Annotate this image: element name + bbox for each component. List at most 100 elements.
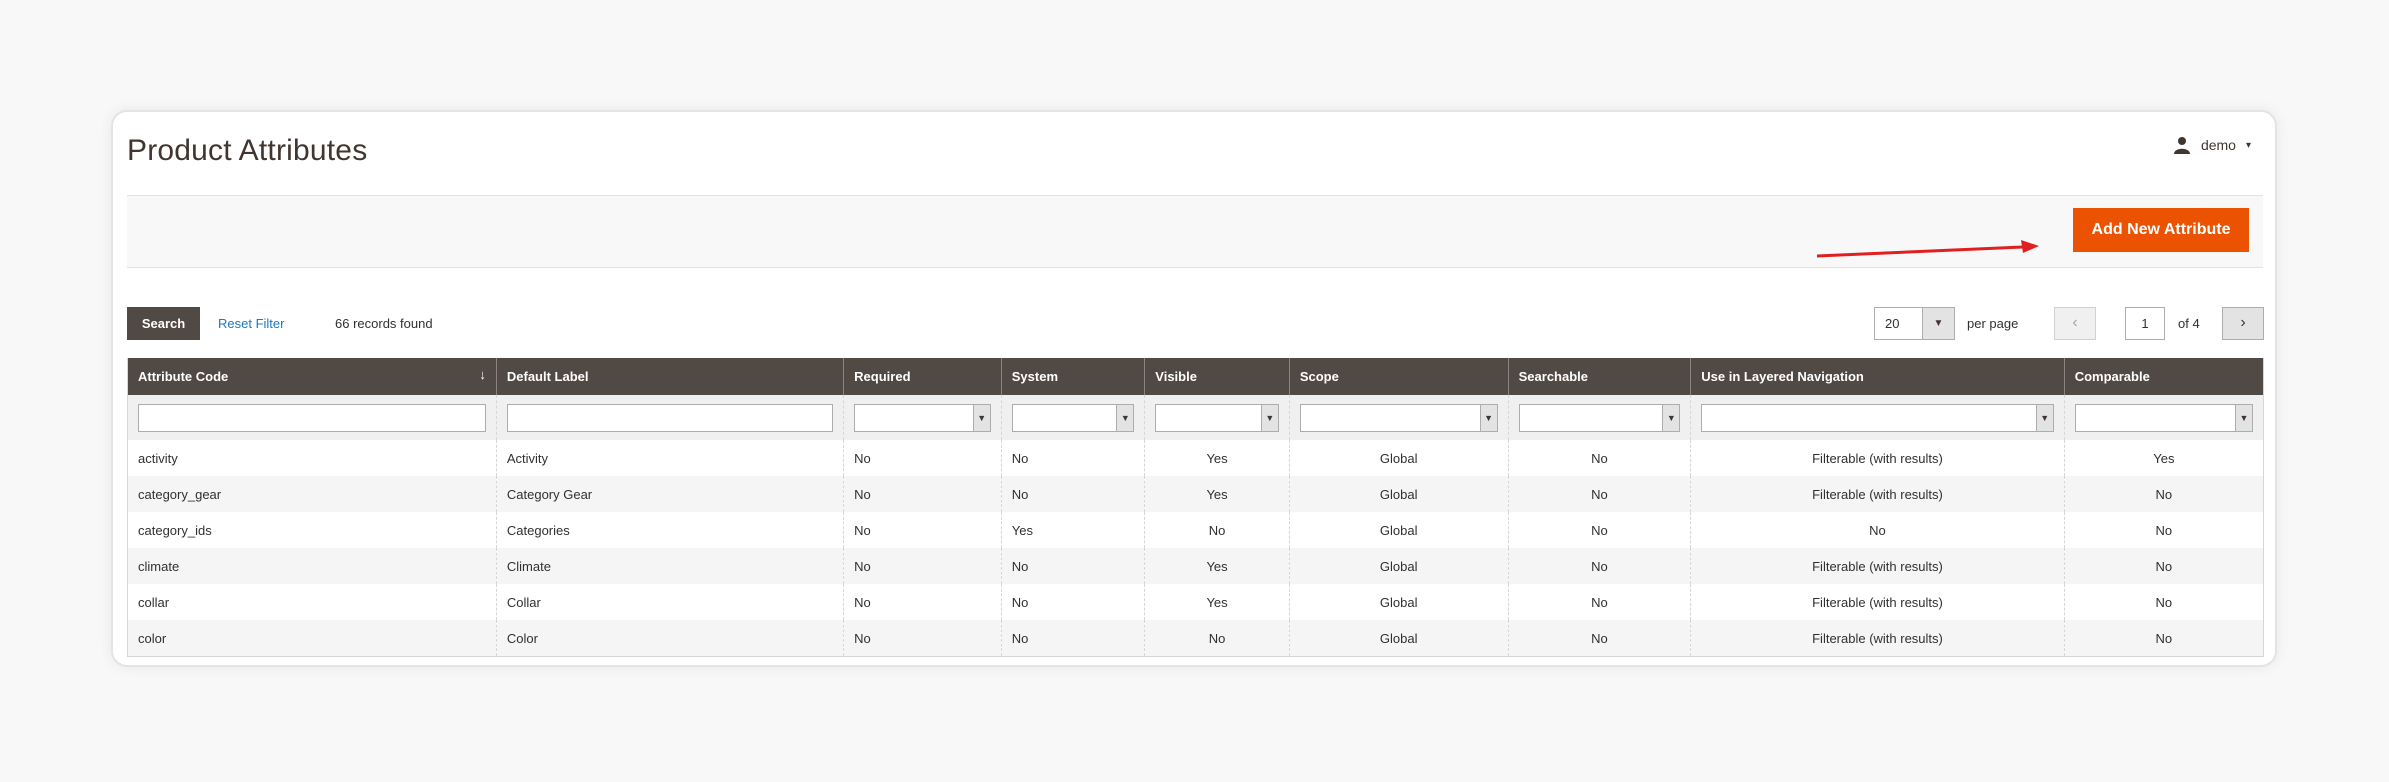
add-new-attribute-button[interactable]: Add New Attribute — [2073, 208, 2249, 252]
table-row[interactable]: color Color No No No Global No Filterable (with… — [128, 620, 2263, 656]
page-title: Product Attributes — [127, 134, 368, 167]
cell-system: No — [1000, 620, 1145, 656]
cell-attribute-code: collar — [128, 584, 497, 620]
chevron-down-icon: ▼ — [1260, 404, 1278, 431]
chevron-down-icon: ▼ — [972, 404, 990, 431]
cell-searchable: No — [1507, 440, 1691, 476]
scope-filter-select[interactable]: ▼ — [1299, 403, 1498, 432]
cell-comparable: No — [2063, 548, 2263, 584]
user-menu[interactable]: demo ▾ — [2173, 136, 2251, 154]
next-page-button[interactable]: › — [2222, 307, 2264, 340]
records-count: 66 records found — [335, 316, 433, 331]
column-header-visible[interactable]: Visible — [1144, 358, 1290, 395]
cell-searchable: No — [1507, 512, 1691, 548]
column-header-scope[interactable]: Scope — [1288, 358, 1509, 395]
total-pages-label: of 4 — [2178, 316, 2200, 331]
cell-visible: No — [1144, 620, 1290, 656]
cell-default-label: Categories — [495, 512, 844, 548]
cell-scope: Global — [1288, 476, 1509, 512]
search-button[interactable]: Search — [127, 307, 200, 340]
layered-navigation-filter-select[interactable]: ▼ — [1701, 403, 2054, 432]
cell-default-label: Category Gear — [495, 476, 844, 512]
table-row[interactable]: category_gear Category Gear No No Yes Global N… — [128, 476, 2263, 512]
cell-attribute-code: category_ids — [128, 512, 497, 548]
cell-searchable: No — [1507, 476, 1691, 512]
cell-default-label: Activity — [495, 440, 844, 476]
cell-comparable: No — [2063, 476, 2263, 512]
per-page-value: 20 — [1885, 316, 1900, 331]
cell-attribute-code: color — [128, 620, 497, 656]
cell-comparable: No — [2063, 512, 2263, 548]
cell-searchable: No — [1507, 620, 1691, 656]
column-header-searchable[interactable]: Searchable — [1507, 358, 1691, 395]
chevron-down-icon: ▼ — [2035, 404, 2053, 431]
sort-down-icon: ↓ — [479, 367, 486, 382]
chevron-down-icon: ▼ — [1662, 404, 1680, 431]
cell-system: No — [1000, 584, 1145, 620]
comparable-filter-select[interactable]: ▼ — [2074, 403, 2253, 432]
cell-system: No — [1000, 548, 1145, 584]
searchable-filter-select[interactable]: ▼ — [1518, 403, 1681, 432]
chevron-down-icon: ▼ — [1922, 308, 1954, 339]
column-header-comparable[interactable]: Comparable — [2063, 358, 2263, 395]
main-panel: Product Attributes demo ▾ Add New Attrib… — [111, 110, 2277, 667]
cell-comparable: No — [2063, 584, 2263, 620]
cell-required: No — [843, 476, 1002, 512]
system-filter-select[interactable]: ▼ — [1011, 403, 1135, 432]
default-label-filter-input[interactable] — [506, 403, 834, 432]
column-header-system[interactable]: System — [1000, 358, 1145, 395]
attribute-code-filter-input[interactable] — [138, 403, 486, 432]
cell-layered-navigation: Filterable (with results) — [1690, 476, 2065, 512]
cell-default-label: Climate — [495, 548, 844, 584]
table-row[interactable]: climate Climate No No Yes Global No Filterable … — [128, 548, 2263, 584]
grid-toolbar: Search Reset Filter 66 records found 20 … — [127, 307, 2264, 341]
reset-filter-link[interactable]: Reset Filter — [218, 316, 284, 331]
column-header-required[interactable]: Required — [843, 358, 1002, 395]
cell-layered-navigation: No — [1690, 512, 2065, 548]
cell-visible: Yes — [1144, 548, 1290, 584]
page-number-input[interactable]: 1 — [2125, 307, 2165, 340]
table-row[interactable]: collar Collar No No Yes Global No Filterable (w… — [128, 584, 2263, 620]
cell-layered-navigation: Filterable (with results) — [1690, 620, 2065, 656]
column-header-layered-navigation[interactable]: Use in Layered Navigation — [1690, 358, 2065, 395]
table-row[interactable]: activity Activity No No Yes Global No Filterabl… — [128, 440, 2263, 476]
cell-scope: Global — [1288, 440, 1509, 476]
table-row[interactable]: category_ids Categories No Yes No Global No No N… — [128, 512, 2263, 548]
cell-visible: Yes — [1144, 584, 1290, 620]
previous-page-button[interactable]: ‹ — [2054, 307, 2096, 340]
per-page-label: per page — [1967, 316, 2019, 331]
required-filter-select[interactable]: ▼ — [854, 403, 991, 432]
cell-scope: Global — [1288, 620, 1509, 656]
cell-layered-navigation: Filterable (with results) — [1690, 584, 2065, 620]
cell-required: No — [843, 548, 1002, 584]
cell-layered-navigation: Filterable (with results) — [1690, 548, 2065, 584]
cell-required: No — [843, 620, 1002, 656]
page-actions-bar: Add New Attribute — [127, 195, 2263, 268]
column-header-attribute-code[interactable]: Attribute Code ↓ — [128, 358, 497, 395]
chevron-left-icon: ‹ — [2072, 314, 2078, 331]
attributes-grid: Attribute Code ↓ Default Label Required … — [127, 358, 2264, 657]
cell-default-label: Color — [495, 620, 844, 656]
cell-comparable: No — [2063, 620, 2263, 656]
column-header-default-label[interactable]: Default Label — [495, 358, 844, 395]
cell-searchable: No — [1507, 584, 1691, 620]
filter-row: ▼ ▼ ▼ ▼ ▼ ▼ ▼ — [128, 395, 2263, 440]
cell-attribute-code: climate — [128, 548, 497, 584]
cell-attribute-code: category_gear — [128, 476, 497, 512]
cell-scope: Global — [1288, 584, 1509, 620]
cell-scope: Global — [1288, 548, 1509, 584]
visible-filter-select[interactable]: ▼ — [1155, 403, 1279, 432]
chevron-down-icon: ▾ — [2245, 139, 2251, 151]
cell-visible: Yes — [1144, 476, 1290, 512]
cell-system: No — [1000, 440, 1145, 476]
cell-scope: Global — [1288, 512, 1509, 548]
cell-searchable: No — [1507, 548, 1691, 584]
cell-required: No — [843, 584, 1002, 620]
per-page-select[interactable]: 20 ▼ — [1874, 307, 1955, 340]
cell-visible: Yes — [1144, 440, 1290, 476]
cell-comparable: Yes — [2063, 440, 2263, 476]
cell-system: Yes — [1000, 512, 1145, 548]
cell-layered-navigation: Filterable (with results) — [1690, 440, 2065, 476]
cell-system: No — [1000, 476, 1145, 512]
chevron-down-icon: ▼ — [2235, 404, 2252, 431]
